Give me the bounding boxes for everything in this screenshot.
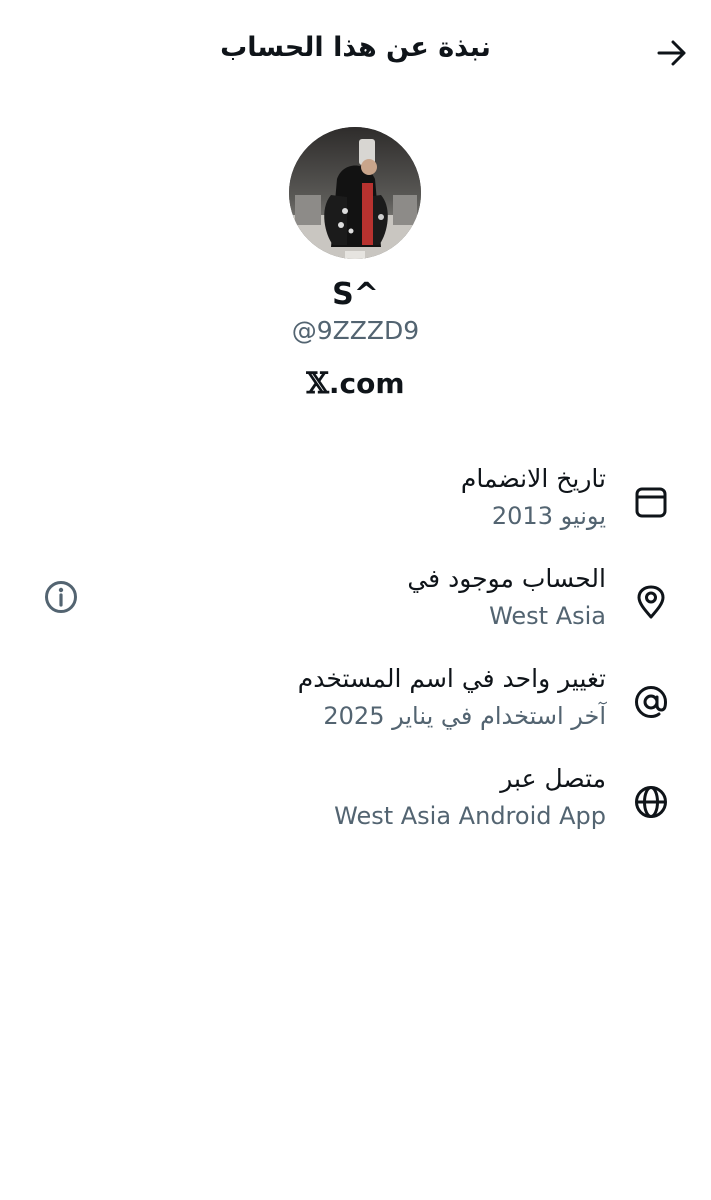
location-pin-icon	[637, 585, 665, 619]
source-domain: .com	[328, 366, 405, 400]
username-handle: @9ZZZD9	[291, 316, 420, 345]
detail-username-changes: تغيير واحد في اسم المستخدم آخر استخدام ف…	[0, 664, 711, 754]
detail-join-date: تاريخ الانضمام يونيو 2013	[0, 464, 711, 554]
detail-label: تاريخ الانضمام	[460, 464, 606, 493]
top-bar: نبذة عن هذا الحساب	[0, 0, 711, 106]
detail-value: West Asia	[489, 602, 606, 630]
avatar	[289, 127, 421, 259]
detail-label: متصل عبر	[500, 764, 606, 793]
calendar-icon	[635, 487, 667, 518]
detail-label: الحساب موجود في	[407, 564, 606, 593]
detail-connected-via: متصل عبر West Asia Android App	[0, 764, 711, 854]
page-title: نبذة عن هذا الحساب	[220, 32, 491, 63]
at-sign-icon	[634, 685, 668, 719]
detail-account-location: الحساب موجود في West Asia	[0, 564, 711, 654]
detail-label: تغيير واحد في اسم المستخدم	[297, 664, 606, 693]
display-name: S^	[332, 277, 379, 312]
x-logo: 𝕏	[306, 366, 329, 400]
detail-value: آخر استخدام في يناير 2025	[323, 702, 606, 730]
globe-icon	[635, 786, 667, 818]
info-icon	[45, 581, 77, 613]
detail-value: يونيو 2013	[491, 502, 606, 530]
source-link[interactable]: 𝕏 .com	[0, 366, 711, 400]
detail-value: West Asia Android App	[334, 802, 606, 830]
location-info-button[interactable]	[44, 580, 78, 614]
